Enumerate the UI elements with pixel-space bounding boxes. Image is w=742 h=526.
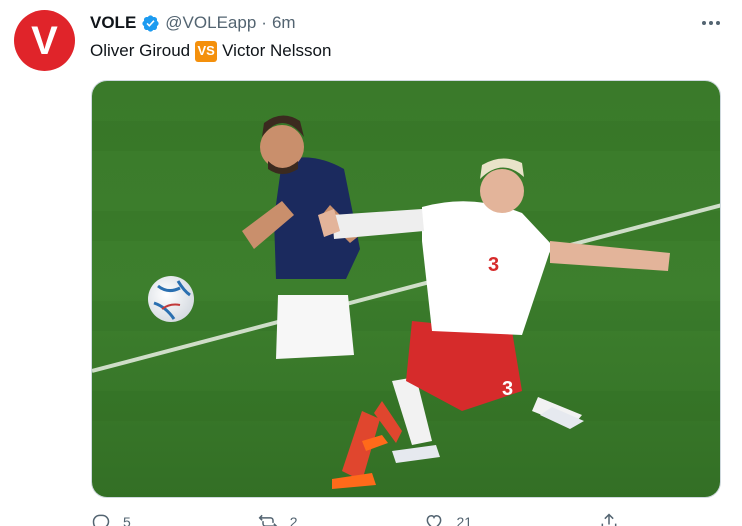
heart-icon bbox=[427, 514, 442, 526]
retweet-button[interactable]: 2 bbox=[258, 512, 298, 526]
share-button[interactable] bbox=[599, 512, 631, 526]
tweet-text-player-2: Victor Nelsson bbox=[222, 41, 332, 60]
share-icon bbox=[601, 513, 617, 526]
football-photo: 3 3 bbox=[92, 81, 720, 497]
like-button[interactable]: 21 bbox=[424, 512, 472, 526]
tweet-text-player-1: Oliver Giroud bbox=[90, 41, 191, 60]
retweet-icon bbox=[258, 514, 277, 526]
verified-badge-icon bbox=[141, 14, 160, 33]
tweet-text: Oliver Giroud VS Victor Nelsson bbox=[90, 40, 331, 62]
tweet-photo[interactable]: 3 3 bbox=[91, 80, 721, 498]
header-separator: · bbox=[261, 13, 267, 32]
shirt-number: 3 bbox=[488, 254, 499, 276]
tweet-actions: 5 2 21 bbox=[91, 512, 631, 526]
retweet-count: 2 bbox=[289, 514, 298, 526]
reply-icon bbox=[92, 514, 110, 526]
avatar[interactable]: V bbox=[14, 10, 75, 71]
avatar-letter: V bbox=[31, 18, 58, 63]
author-handle[interactable]: @VOLEapp bbox=[165, 12, 256, 34]
like-count: 21 bbox=[456, 514, 473, 526]
reply-count: 5 bbox=[123, 514, 131, 526]
tweet-card: V VOLE @VOLEapp · 6m Oliver Giroud VS Vi… bbox=[0, 0, 742, 526]
ball bbox=[148, 276, 194, 322]
more-options-icon[interactable] bbox=[702, 13, 720, 33]
reply-button[interactable]: 5 bbox=[91, 512, 131, 526]
display-name[interactable]: VOLE bbox=[90, 12, 136, 34]
tweet-header: VOLE @VOLEapp · 6m bbox=[90, 12, 296, 34]
tweet-timestamp[interactable]: 6m bbox=[272, 12, 296, 34]
shorts-number: 3 bbox=[502, 378, 513, 400]
vs-emoji-icon: VS bbox=[195, 40, 218, 62]
